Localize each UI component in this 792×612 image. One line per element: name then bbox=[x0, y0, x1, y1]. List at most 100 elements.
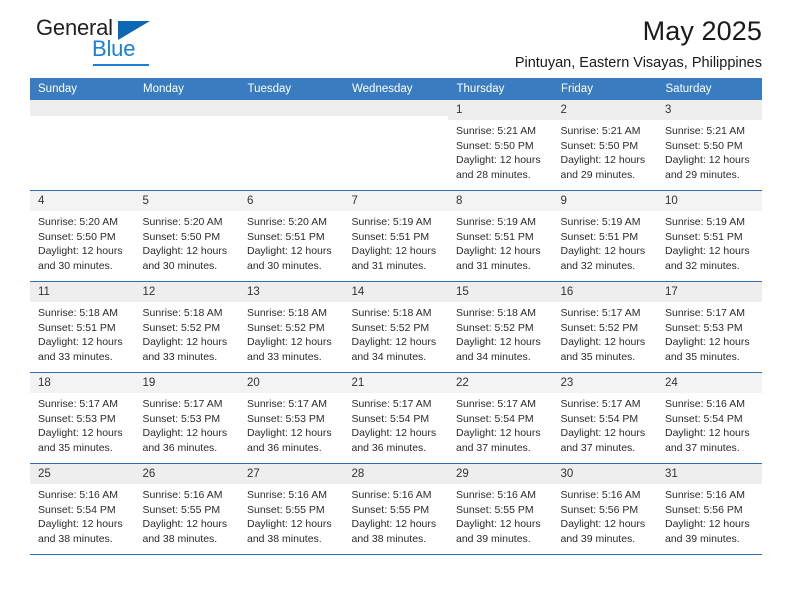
calendar-day-cell[interactable]: 16 Sunrise: 5:17 AM Sunset: 5:52 PM Dayligh… bbox=[552, 281, 657, 373]
sunrise-text: Sunrise: 5:19 AM bbox=[456, 215, 536, 228]
day-details: Sunrise: 5:16 AM Sunset: 5:55 PM Daylight:… bbox=[239, 484, 344, 548]
calendar-day-cell[interactable]: 31 Sunrise: 5:16 AM Sunset: 5:56 PM Dayligh… bbox=[657, 463, 762, 555]
day-number: 22 bbox=[448, 373, 553, 393]
day-cell-inner bbox=[239, 100, 344, 190]
calendar-day-cell[interactable]: 15 Sunrise: 5:18 AM Sunset: 5:52 PM Dayligh… bbox=[448, 281, 553, 373]
day-cell-inner: 18 Sunrise: 5:17 AM Sunset: 5:53 PM Dayligh… bbox=[30, 373, 135, 463]
daylight-text-line2: and 36 minutes. bbox=[351, 442, 427, 455]
daylight-text-line2: and 37 minutes. bbox=[665, 442, 740, 455]
calendar-week-row: 11 Sunrise: 5:18 AM Sunset: 5:51 PM Dayligh… bbox=[30, 281, 762, 373]
calendar-day-cell[interactable]: 7 Sunrise: 5:19 AM Sunset: 5:51 PM Daylight… bbox=[343, 190, 448, 282]
calendar-day-cell[interactable]: 29 Sunrise: 5:16 AM Sunset: 5:55 PM Dayligh… bbox=[448, 463, 553, 555]
day-number: 2 bbox=[552, 100, 657, 120]
day-cell-inner bbox=[30, 100, 135, 190]
sunset-text: Sunset: 5:56 PM bbox=[560, 503, 639, 516]
daylight-text-line1: Daylight: 12 hours bbox=[456, 427, 541, 440]
calendar-day-cell[interactable]: 11 Sunrise: 5:18 AM Sunset: 5:51 PM Dayligh… bbox=[30, 281, 135, 373]
sunset-text: Sunset: 5:52 PM bbox=[142, 321, 221, 334]
calendar-day-cell-empty bbox=[30, 100, 135, 191]
calendar-day-cell[interactable]: 17 Sunrise: 5:17 AM Sunset: 5:53 PM Dayligh… bbox=[657, 281, 762, 373]
daylight-text-line2: and 30 minutes. bbox=[38, 260, 113, 273]
day-number: 23 bbox=[552, 373, 657, 393]
daylight-text-line1: Daylight: 12 hours bbox=[38, 336, 123, 349]
day-details: Sunrise: 5:19 AM Sunset: 5:51 PM Daylight:… bbox=[448, 211, 553, 275]
sunrise-text: Sunrise: 5:18 AM bbox=[142, 306, 223, 319]
daylight-text-line1: Daylight: 12 hours bbox=[351, 245, 437, 258]
day-cell-inner: 21 Sunrise: 5:17 AM Sunset: 5:54 PM Dayligh… bbox=[343, 373, 448, 463]
calendar-table: Sunday Monday Tuesday Wednesday Thursday… bbox=[30, 78, 762, 555]
day-number: 26 bbox=[134, 464, 239, 484]
sunset-text: Sunset: 5:52 PM bbox=[351, 321, 430, 334]
calendar-day-cell[interactable]: 12 Sunrise: 5:18 AM Sunset: 5:52 PM Dayligh… bbox=[134, 281, 239, 373]
calendar-week-row: 1 Sunrise: 5:21 AM Sunset: 5:50 PM Daylight… bbox=[30, 100, 762, 191]
day-number: 19 bbox=[134, 373, 239, 393]
calendar-day-cell[interactable]: 6 Sunrise: 5:20 AM Sunset: 5:51 PM Daylight… bbox=[239, 190, 344, 282]
calendar-day-cell[interactable]: 2 Sunrise: 5:21 AM Sunset: 5:50 PM Daylight… bbox=[552, 100, 657, 191]
sunrise-text: Sunrise: 5:17 AM bbox=[560, 306, 641, 319]
daylight-text-line2: and 38 minutes. bbox=[142, 533, 218, 546]
daylight-text-line2: and 37 minutes. bbox=[456, 442, 531, 455]
day-details: Sunrise: 5:17 AM Sunset: 5:54 PM Daylight:… bbox=[553, 393, 658, 457]
sunrise-text: Sunrise: 5:19 AM bbox=[351, 215, 432, 228]
day-details: Sunrise: 5:18 AM Sunset: 5:52 PM Daylight:… bbox=[239, 302, 344, 366]
daylight-text-line1: Daylight: 12 hours bbox=[560, 245, 646, 258]
calendar-day-cell[interactable]: 18 Sunrise: 5:17 AM Sunset: 5:53 PM Dayligh… bbox=[30, 372, 135, 464]
calendar-day-cell[interactable]: 4 Sunrise: 5:20 AM Sunset: 5:50 PM Daylight… bbox=[30, 190, 135, 282]
sunset-text: Sunset: 5:50 PM bbox=[665, 139, 743, 152]
daylight-text-line1: Daylight: 12 hours bbox=[665, 427, 750, 440]
calendar-day-cell-empty bbox=[343, 100, 448, 191]
general-blue-logo[interactable]: General Blue bbox=[30, 14, 160, 66]
calendar-day-cell[interactable]: 9 Sunrise: 5:19 AM Sunset: 5:51 PM Daylight… bbox=[552, 190, 657, 282]
calendar-day-cell[interactable]: 20 Sunrise: 5:17 AM Sunset: 5:53 PM Dayligh… bbox=[239, 372, 344, 464]
calendar-day-cell[interactable]: 30 Sunrise: 5:16 AM Sunset: 5:56 PM Dayligh… bbox=[552, 463, 657, 555]
sunset-text: Sunset: 5:50 PM bbox=[560, 139, 639, 152]
day-cell-inner: 30 Sunrise: 5:16 AM Sunset: 5:56 PM Dayligh… bbox=[552, 464, 657, 554]
calendar-day-cell[interactable]: 13 Sunrise: 5:18 AM Sunset: 5:52 PM Dayligh… bbox=[239, 281, 344, 373]
daylight-text-line1: Daylight: 12 hours bbox=[38, 245, 123, 258]
day-number: 15 bbox=[448, 282, 553, 302]
sunrise-text: Sunrise: 5:20 AM bbox=[38, 215, 118, 228]
day-details: Sunrise: 5:18 AM Sunset: 5:52 PM Daylight:… bbox=[344, 302, 449, 366]
day-cell-inner: 1 Sunrise: 5:21 AM Sunset: 5:50 PM Daylight… bbox=[448, 100, 553, 190]
calendar-day-cell[interactable]: 1 Sunrise: 5:21 AM Sunset: 5:50 PM Daylight… bbox=[448, 100, 553, 191]
calendar-day-cell[interactable]: 8 Sunrise: 5:19 AM Sunset: 5:51 PM Daylight… bbox=[448, 190, 553, 282]
weekday-header-tuesday: Tuesday bbox=[239, 78, 344, 100]
sunset-text: Sunset: 5:52 PM bbox=[560, 321, 639, 334]
calendar-day-cell[interactable]: 3 Sunrise: 5:21 AM Sunset: 5:50 PM Daylight… bbox=[657, 100, 762, 191]
daylight-text-line1: Daylight: 12 hours bbox=[456, 336, 541, 349]
calendar-day-cell[interactable]: 28 Sunrise: 5:16 AM Sunset: 5:55 PM Dayligh… bbox=[343, 463, 448, 555]
sunset-text: Sunset: 5:53 PM bbox=[665, 321, 743, 334]
day-number: 29 bbox=[448, 464, 553, 484]
calendar-day-cell[interactable]: 25 Sunrise: 5:16 AM Sunset: 5:54 PM Dayligh… bbox=[30, 463, 135, 555]
sunset-text: Sunset: 5:53 PM bbox=[38, 412, 116, 425]
day-cell-inner: 25 Sunrise: 5:16 AM Sunset: 5:54 PM Dayligh… bbox=[30, 464, 135, 554]
calendar-day-cell[interactable]: 5 Sunrise: 5:20 AM Sunset: 5:50 PM Daylight… bbox=[134, 190, 239, 282]
daylight-text-line2: and 37 minutes. bbox=[560, 442, 636, 455]
sunrise-text: Sunrise: 5:17 AM bbox=[38, 397, 118, 410]
sunset-text: Sunset: 5:54 PM bbox=[456, 412, 534, 425]
sunset-text: Sunset: 5:56 PM bbox=[665, 503, 743, 516]
logo-word-blue: Blue bbox=[92, 36, 136, 61]
daylight-text-line2: and 32 minutes. bbox=[665, 260, 740, 273]
day-details: Sunrise: 5:20 AM Sunset: 5:50 PM Daylight:… bbox=[30, 211, 135, 275]
day-number: 16 bbox=[552, 282, 657, 302]
sunset-text: Sunset: 5:51 PM bbox=[456, 230, 534, 243]
day-cell-inner bbox=[343, 100, 448, 190]
day-cell-inner: 11 Sunrise: 5:18 AM Sunset: 5:51 PM Dayligh… bbox=[30, 282, 135, 372]
calendar-day-cell[interactable]: 27 Sunrise: 5:16 AM Sunset: 5:55 PM Dayligh… bbox=[239, 463, 344, 555]
day-cell-inner: 29 Sunrise: 5:16 AM Sunset: 5:55 PM Dayligh… bbox=[448, 464, 553, 554]
calendar-day-cell[interactable]: 22 Sunrise: 5:17 AM Sunset: 5:54 PM Dayligh… bbox=[448, 372, 553, 464]
sunrise-text: Sunrise: 5:17 AM bbox=[665, 306, 745, 319]
calendar-day-cell[interactable]: 14 Sunrise: 5:18 AM Sunset: 5:52 PM Dayligh… bbox=[343, 281, 449, 373]
calendar-day-cell[interactable]: 10 Sunrise: 5:19 AM Sunset: 5:51 PM Dayligh… bbox=[657, 190, 762, 282]
calendar-day-cell[interactable]: 21 Sunrise: 5:17 AM Sunset: 5:54 PM Dayligh… bbox=[343, 372, 448, 464]
calendar-day-cell[interactable]: 23 Sunrise: 5:17 AM Sunset: 5:54 PM Dayligh… bbox=[552, 372, 658, 464]
day-cell-inner: 20 Sunrise: 5:17 AM Sunset: 5:53 PM Dayligh… bbox=[239, 373, 344, 463]
day-cell-inner: 22 Sunrise: 5:17 AM Sunset: 5:54 PM Dayligh… bbox=[448, 373, 553, 463]
day-details: Sunrise: 5:16 AM Sunset: 5:54 PM Daylight:… bbox=[30, 484, 135, 548]
sunrise-text: Sunrise: 5:21 AM bbox=[665, 124, 745, 137]
calendar-day-cell[interactable]: 26 Sunrise: 5:16 AM Sunset: 5:55 PM Dayligh… bbox=[134, 463, 239, 555]
calendar-day-cell[interactable]: 19 Sunrise: 5:17 AM Sunset: 5:53 PM Dayligh… bbox=[134, 372, 239, 464]
day-cell-inner: 6 Sunrise: 5:20 AM Sunset: 5:51 PM Daylight… bbox=[239, 191, 344, 281]
calendar-day-cell[interactable]: 24 Sunrise: 5:16 AM Sunset: 5:54 PM Dayligh… bbox=[657, 372, 762, 464]
